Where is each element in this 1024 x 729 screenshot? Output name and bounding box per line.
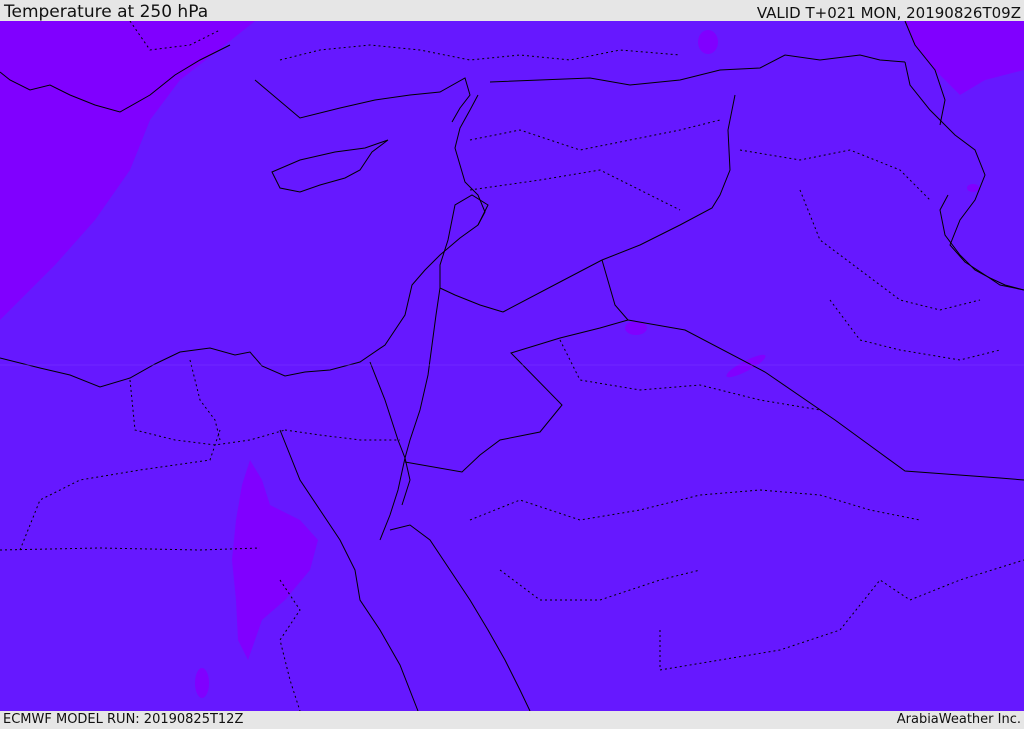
temperature-map (0, 21, 1024, 711)
valid-time: VALID T+021 MON, 20190826T09Z (756, 4, 1021, 22)
temperature-field-background (0, 21, 1024, 711)
header-bar: Temperature at 250 hPa VALID T+021 MON, … (0, 0, 1024, 22)
warm-spot-1 (698, 30, 718, 54)
warm-spot-4 (195, 668, 209, 698)
footer-bar: ECMWF MODEL RUN: 20190825T12Z ArabiaWeat… (0, 711, 1024, 729)
map-title: Temperature at 250 hPa (4, 2, 209, 22)
credit-label: ArabiaWeather Inc. (896, 712, 1021, 727)
warm-spot-5 (967, 184, 979, 192)
model-run-label: ECMWF MODEL RUN: 20190825T12Z (3, 712, 244, 727)
